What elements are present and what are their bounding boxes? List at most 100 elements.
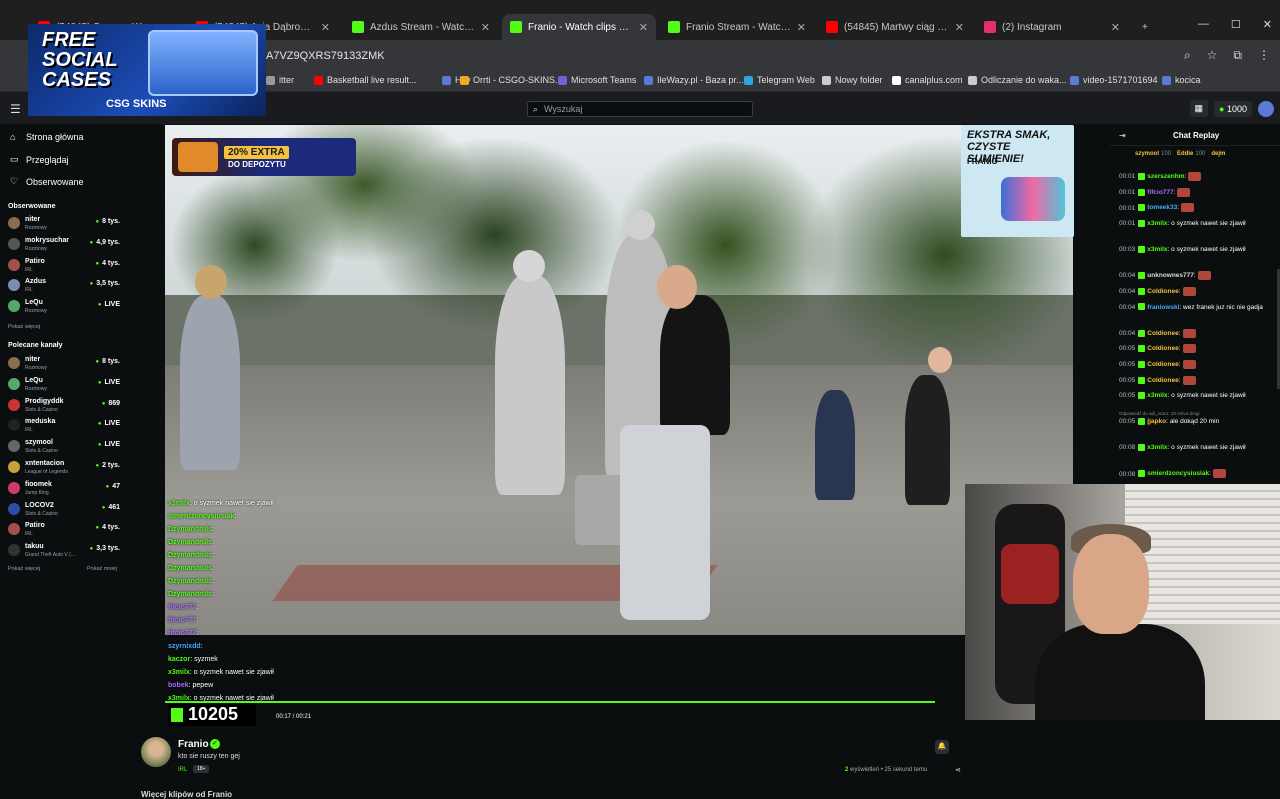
chat-username[interactable]: jjapko — [1147, 418, 1166, 425]
new-tab-icon[interactable]: + — [1134, 14, 1156, 40]
top-gifter[interactable]: szymool 100 — [1135, 151, 1171, 157]
bookmark-item[interactable]: kocica — [1162, 75, 1201, 85]
menu-icon[interactable]: ⋮ — [1258, 48, 1270, 63]
hamburger-icon[interactable]: ☰ — [10, 102, 21, 116]
overlay-chat-line: Dzymandruls: — [168, 539, 214, 546]
channel-item[interactable]: PatiroIRL 4 tys. — [8, 256, 122, 276]
nav-item-home[interactable]: ⌂ Strona główna — [10, 132, 84, 142]
browser-tab[interactable]: (54845) Martwy ciąg 100 kg + s... ✕ — [818, 14, 972, 40]
chat-username[interactable]: x3milx — [1147, 246, 1167, 253]
close-window-icon[interactable]: ✕ — [1263, 18, 1272, 31]
chat-username[interactable]: szerszenhm — [1147, 173, 1184, 180]
streamer-avatar[interactable] — [141, 737, 171, 767]
tab-favicon-icon — [668, 21, 680, 33]
close-tab-icon[interactable]: ✕ — [321, 21, 330, 34]
channel-item[interactable]: fioomekJump King 47 — [8, 479, 122, 499]
channel-item[interactable]: niter Rozmowy 8 tys. — [8, 354, 122, 374]
channel-item[interactable]: LeQuRozmowy LIVE — [8, 375, 122, 395]
bookmark-item[interactable]: IleWazy.pl - Baza pr... — [644, 75, 744, 85]
top-gifter[interactable]: dejm — [1211, 151, 1227, 157]
free-cases-ad[interactable]: FREE SOCIAL CASES CSG SKINS — [28, 24, 266, 116]
clip-category[interactable]: IRL — [178, 767, 187, 773]
ekstra-smak-ad[interactable]: EKSTRA SMAK, CZYSTE SUMIENIE! FRANIO — [961, 125, 1074, 237]
maximize-icon[interactable]: ☐ — [1231, 18, 1241, 31]
close-tab-icon[interactable]: ✕ — [639, 21, 648, 34]
minimize-icon[interactable]: — — [1198, 18, 1209, 31]
badge-icon — [1138, 392, 1146, 400]
bookmark-item[interactable]: Odliczanie do waka... — [968, 75, 1067, 85]
channel-item[interactable]: ProdigyddkSlots & Casino 869 — [8, 396, 122, 416]
show-more-link[interactable]: Pokaż więcej — [8, 566, 40, 572]
show-more-link[interactable]: Pokaż więcej — [8, 324, 40, 330]
bookmark-item[interactable]: itter — [266, 75, 294, 85]
top-gifter[interactable]: Eddie 100 — [1177, 151, 1205, 157]
chat-text: : — [1209, 470, 1211, 478]
search-input[interactable]: ⌕ Wyszukaj — [527, 101, 753, 117]
chat-text: : — [1178, 345, 1181, 353]
chat-username[interactable]: Coldionee — [1147, 377, 1178, 384]
browser-tab[interactable]: (2) Instagram ✕ — [976, 14, 1128, 40]
channel-item[interactable]: AzdusIRL 3,5 tys. — [8, 276, 122, 296]
browser-tab[interactable]: Azdus Stream - Watch Live on Ki... ✕ — [344, 14, 498, 40]
badge-icon — [1138, 303, 1146, 311]
chat-username[interactable]: fifcio777 — [1147, 189, 1173, 196]
share-icon[interactable]: ⋖ — [955, 766, 961, 774]
browser-tab[interactable]: Franio Stream - Watch Live on Ki... ✕ — [660, 14, 814, 40]
chat-username[interactable]: Coldionee — [1147, 330, 1178, 337]
bookmark-item[interactable]: video-1571701694 — [1070, 75, 1158, 85]
balance-badge[interactable]: ● 1000 — [1214, 100, 1252, 117]
chat-username[interactable]: x3milx — [1147, 220, 1167, 227]
man-head — [657, 265, 697, 309]
layout-icon[interactable]: ▦ — [1189, 100, 1209, 117]
viewer-count: 461 — [102, 504, 120, 511]
chat-timestamp: 00:05 — [1119, 392, 1136, 400]
streamer-name[interactable]: Franio — [178, 739, 209, 750]
channel-item[interactable]: niter Rozmowy 8 tys. — [8, 214, 122, 234]
user-avatar[interactable] — [1258, 100, 1274, 117]
channel-item[interactable]: takuuGrand Theft Auto V (... 3,3 tys. — [8, 541, 122, 561]
channel-item[interactable]: xntentacion League of Legends 2 tys. — [8, 458, 122, 478]
chat-username[interactable]: Coldionee — [1147, 345, 1178, 352]
show-less-link[interactable]: Pokaż mniej — [87, 566, 117, 572]
chat-username[interactable]: x3milx — [1147, 392, 1167, 399]
chat-username[interactable]: x3milx — [1147, 444, 1167, 451]
channel-item[interactable]: meduskaIRL LIVE — [8, 416, 122, 436]
video-player[interactable] — [165, 125, 1073, 635]
bookmark-star-icon[interactable]: ☆ — [1207, 48, 1218, 63]
chat-username[interactable]: Coldionee — [1147, 361, 1178, 368]
chat-username[interactable]: tomeek33 — [1147, 205, 1177, 212]
close-tab-icon[interactable]: ✕ — [797, 21, 806, 34]
bookmark-item[interactable]: Telegram Web — [744, 75, 815, 85]
browser-tab[interactable]: Franio - Watch clips on Kick ✕ — [502, 14, 656, 40]
chat-username[interactable]: unknownes777 — [1147, 272, 1194, 279]
promo-tag: 20% EXTRA — [224, 146, 289, 159]
extensions-icon[interactable]: ⧉ — [1233, 48, 1242, 63]
chat-username[interactable]: franiowski — [1147, 304, 1179, 311]
video-progress-bar[interactable] — [165, 701, 935, 703]
nav-item-following[interactable]: ♡ Obserwowane — [10, 176, 84, 187]
channel-item[interactable]: mokrysucharRozmowy 4,9 tys. — [8, 235, 122, 255]
chat-message: 00:08 x3milx: o syzmek nawet sie zjawił — [1119, 443, 1275, 452]
close-tab-icon[interactable]: ✕ — [955, 21, 964, 34]
channel-item[interactable]: PatiroIRL 4 tys. — [8, 520, 122, 540]
close-tab-icon[interactable]: ✕ — [481, 21, 490, 34]
top-gifter-name: dejm — [1211, 151, 1226, 157]
channel-item[interactable]: LeQuRozmowy LIVE — [8, 297, 122, 317]
zoom-icon[interactable]: ⌕ — [1184, 48, 1191, 63]
chat-username[interactable]: smierdzoncysiusiak — [1147, 471, 1209, 478]
close-tab-icon[interactable]: ✕ — [1111, 21, 1120, 34]
bell-icon[interactable]: 🔔 — [935, 740, 949, 754]
bookmark-item[interactable]: canalplus.com — [892, 75, 963, 85]
deposit-promo-banner[interactable]: 20% EXTRA DO DEPOZYTU — [172, 138, 356, 176]
nav-item-browse[interactable]: ▭ Przeglądaj — [10, 154, 69, 165]
bookmark-item[interactable]: Basketball live result... — [314, 75, 417, 85]
chat-username[interactable]: Coldionee — [1147, 288, 1178, 295]
bookmark-item[interactable]: Nowy folder — [822, 75, 883, 85]
bookmark-item[interactable]: Orrti - CSGO-SKINS... — [460, 75, 563, 85]
bookmark-item[interactable]: Microsoft Teams — [558, 75, 636, 85]
url-field[interactable]: A7VZ9QXRS79133ZMK — [266, 50, 385, 62]
bookmark-label: Microsoft Teams — [571, 75, 637, 85]
channel-item[interactable]: LOCOV2Slots & Casino 461 — [8, 500, 122, 520]
channel-item[interactable]: szymoolSlots & Casino LIVE — [8, 437, 122, 457]
collapse-chat-icon[interactable]: ⇥ — [1119, 131, 1126, 140]
